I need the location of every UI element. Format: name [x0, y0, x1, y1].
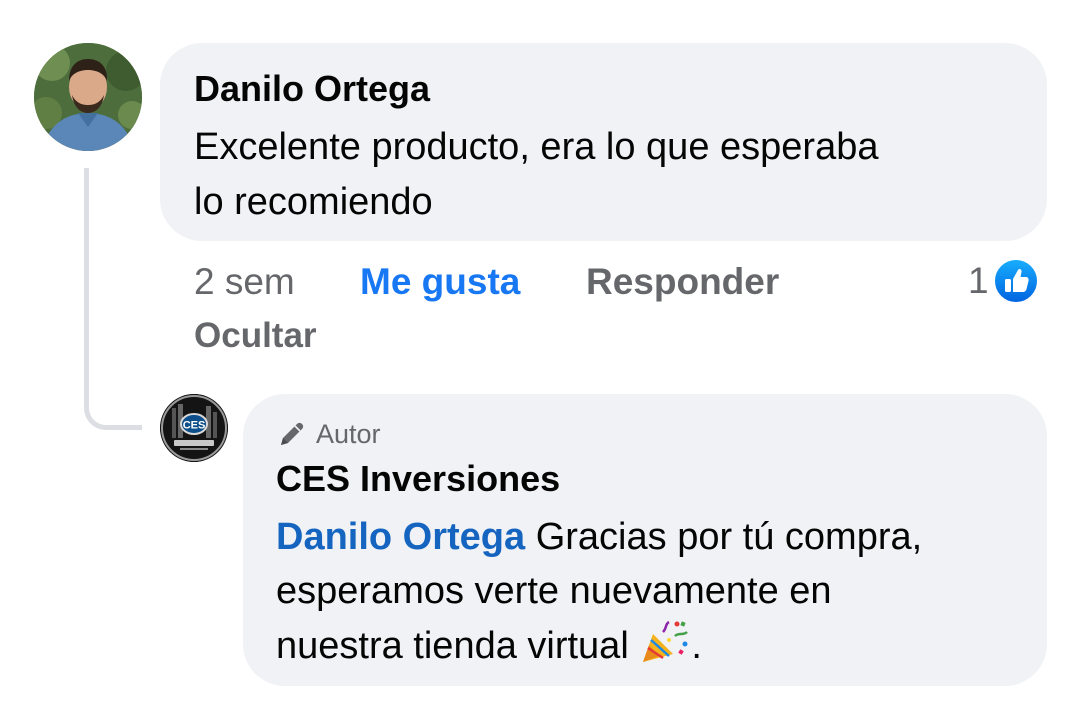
- reply-text: Danilo Ortega Gracias por tú compra, esp…: [276, 510, 1036, 673]
- comment-thread: Danilo Ortega Excelente producto, era lo…: [0, 0, 1080, 706]
- pen-icon: [281, 422, 304, 445]
- comment-text-line: Excelente producto, era lo que esperaba: [194, 126, 879, 168]
- author-badge: Autor: [276, 418, 381, 450]
- reply-text-line: esperamos verte nuevamente en: [276, 570, 832, 612]
- author-badge-label: Autor: [316, 418, 381, 449]
- comment-author[interactable]: Danilo Ortega: [194, 68, 430, 110]
- reaction-count: 1: [968, 260, 989, 301]
- reply-text-line: Danilo Ortega Gracias por tú compra,: [276, 510, 1036, 564]
- comment-timestamp[interactable]: 2 sem: [194, 260, 295, 304]
- comment-text-line: lo recomiendo: [194, 181, 433, 223]
- reply-text-segment: Gracias por tú compra,: [525, 516, 923, 558]
- thread-connector-line: [84, 168, 142, 430]
- logo-text: CES: [183, 420, 206, 432]
- reaction-summary[interactable]: 1: [968, 258, 1039, 304]
- reply-text-segment: nuestra tienda virtual: [276, 625, 629, 667]
- hide-button[interactable]: Ocultar: [194, 316, 317, 356]
- mention-link[interactable]: Danilo Ortega: [276, 516, 525, 558]
- ces-logo: CES: [160, 394, 228, 462]
- profile-photo: [34, 43, 142, 151]
- page-avatar[interactable]: CES: [160, 394, 228, 462]
- reply-button[interactable]: Responder: [586, 260, 779, 304]
- reply-text-end: .: [691, 625, 702, 667]
- avatar[interactable]: [34, 43, 142, 151]
- party-popper-icon: [643, 620, 689, 662]
- thumbs-up-icon: [992, 258, 1039, 304]
- reply-author[interactable]: CES Inversiones: [276, 458, 560, 500]
- reply-text-line: nuestra tienda virtual .: [276, 618, 1036, 673]
- like-button[interactable]: Me gusta: [360, 260, 520, 304]
- comment-text: Excelente producto, era lo que esperaba …: [194, 120, 878, 230]
